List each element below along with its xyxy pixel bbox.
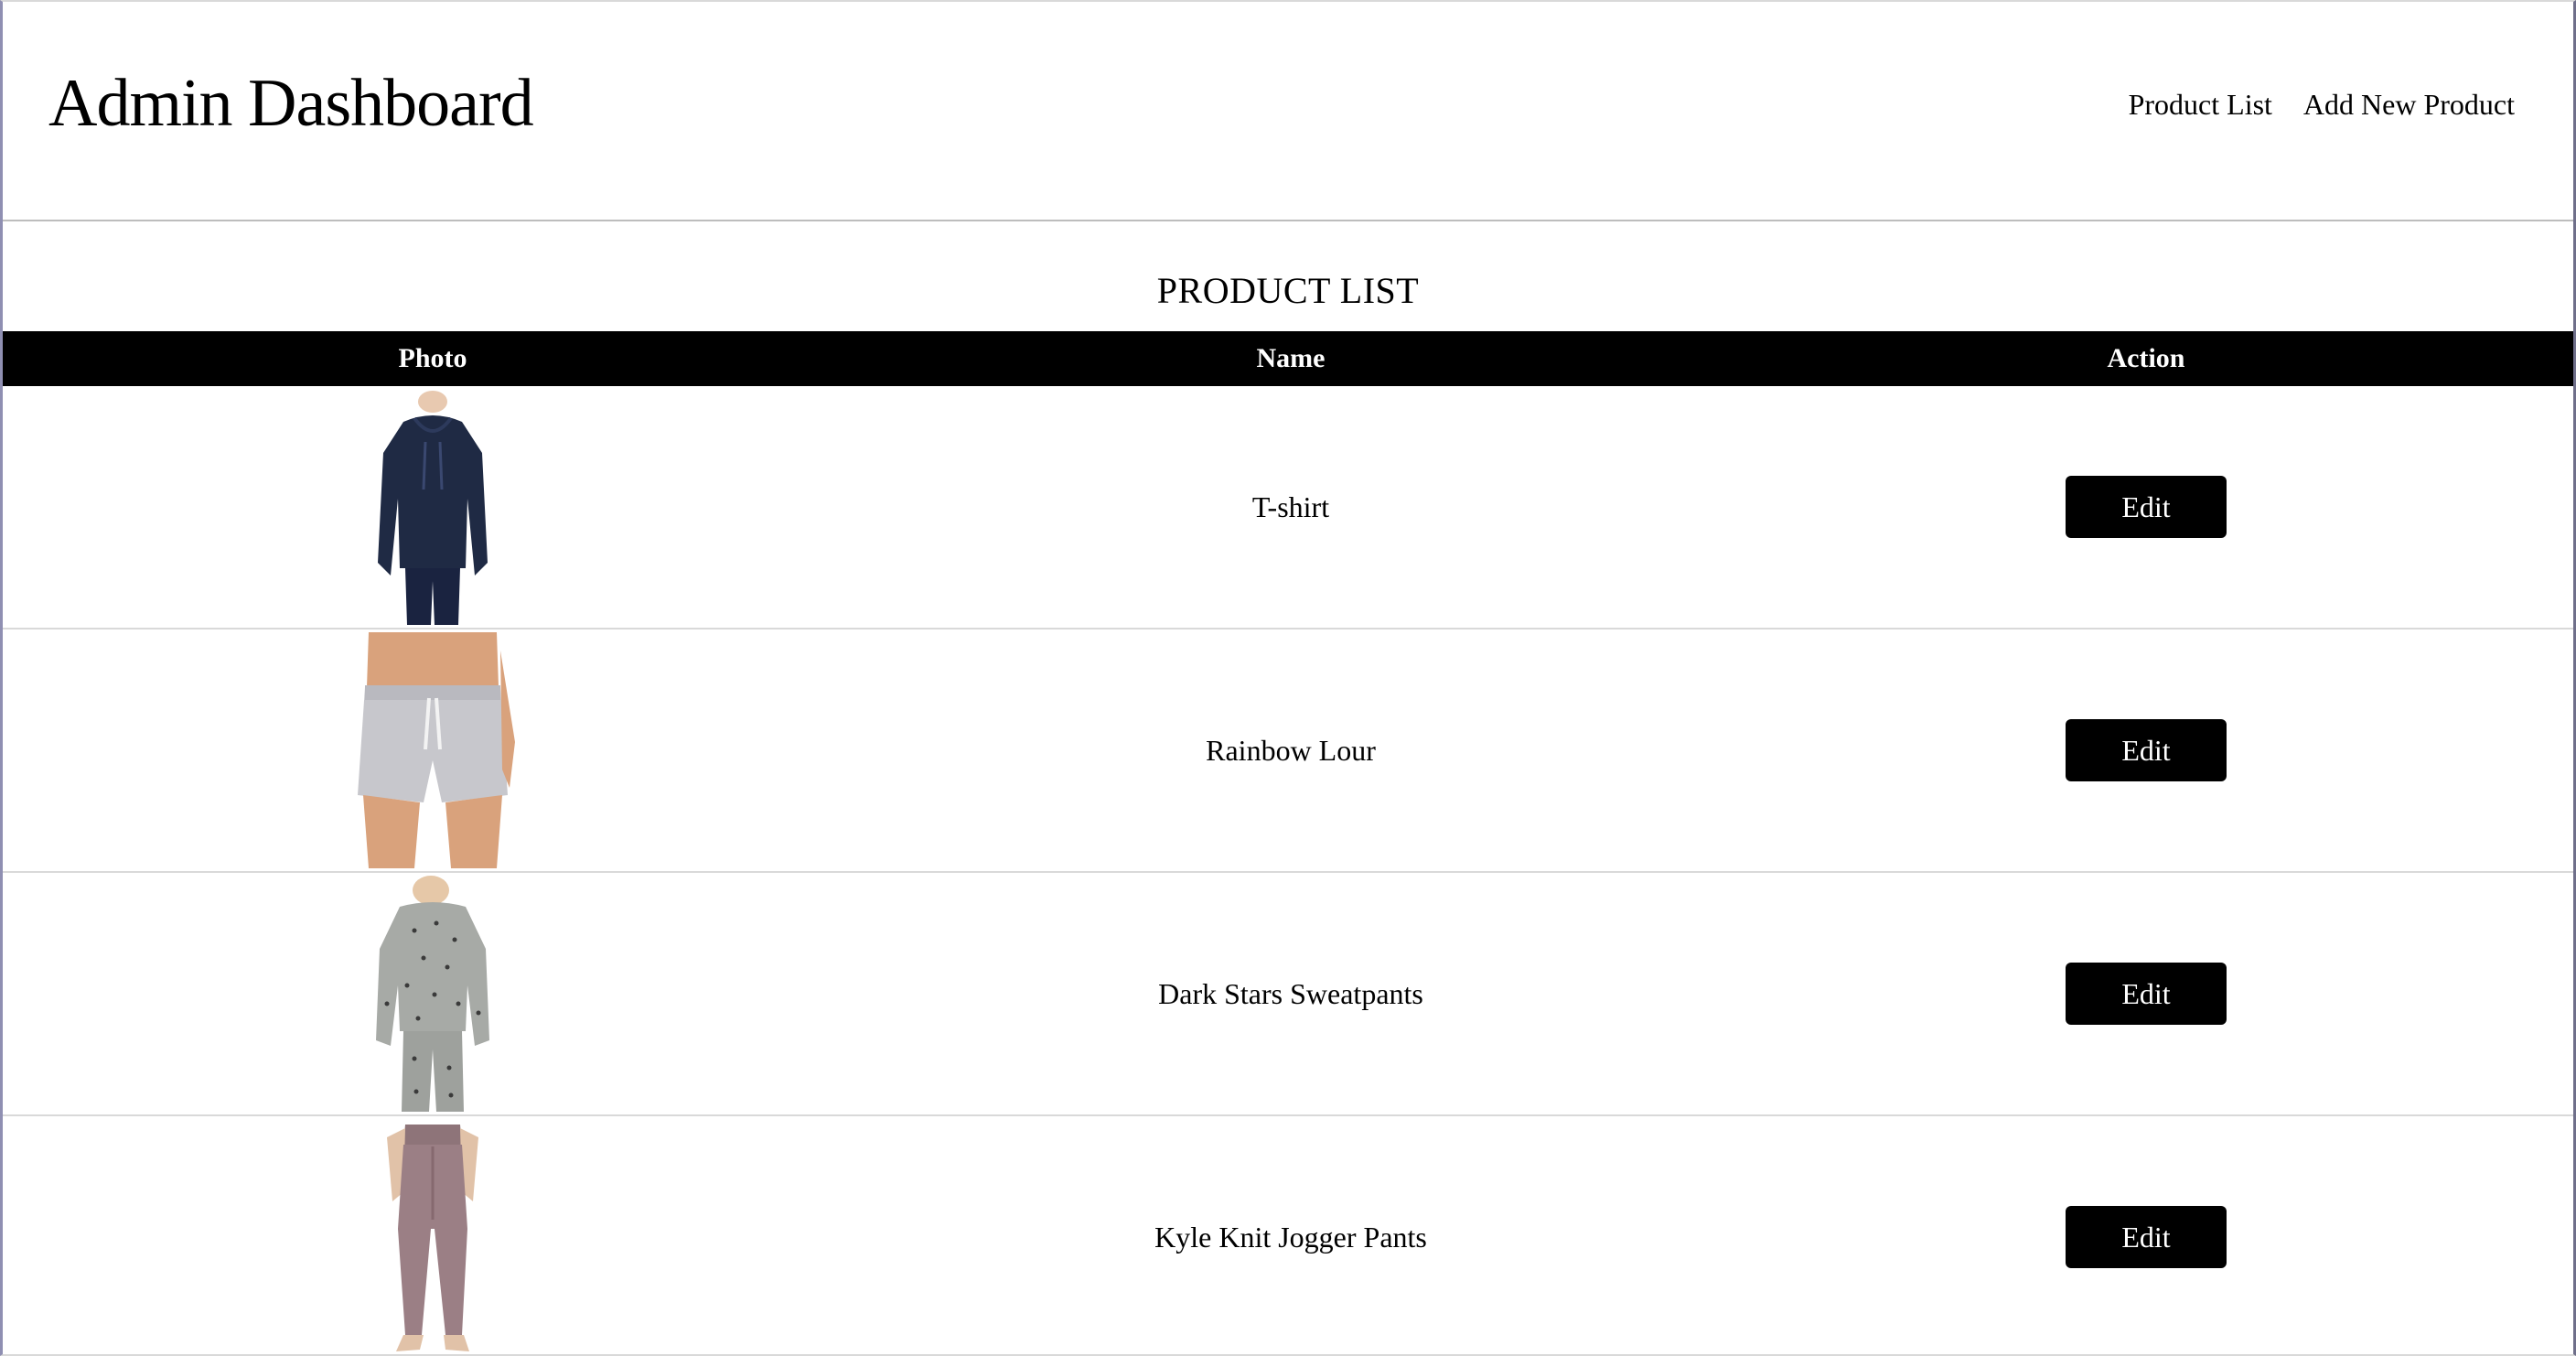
page-title: PRODUCT LIST xyxy=(1156,270,1420,311)
edit-button[interactable]: Edit xyxy=(2066,719,2227,781)
browser-viewport: Admin Dashboard Product List Add New Pro… xyxy=(0,0,2576,1356)
product-name-cell: T-shirt xyxy=(863,386,1719,628)
nav-link-product-list[interactable]: Product List xyxy=(2129,82,2272,126)
main-nav: Product List Add New Product xyxy=(2129,82,2515,126)
product-name: Kyle Knit Jogger Pants xyxy=(1154,1221,1427,1254)
action-cell: Edit xyxy=(1719,630,2573,871)
edit-button[interactable]: Edit xyxy=(2066,1206,2227,1268)
table-row: T-shirt Edit xyxy=(3,386,2573,630)
column-header-photo: Photo xyxy=(398,343,467,373)
dashboard-title: Admin Dashboard xyxy=(48,66,534,141)
mauve-jogger-pants-photo xyxy=(360,1119,506,1354)
column-header-action: Action xyxy=(2107,343,2185,373)
product-table: Photo Name Action T-shirt Edit Rainbow L… xyxy=(3,331,2573,1354)
product-name-cell: Dark Stars Sweatpants xyxy=(863,873,1719,1114)
product-photo xyxy=(3,386,863,628)
action-cell: Edit xyxy=(1719,873,2573,1114)
product-name: Dark Stars Sweatpants xyxy=(1158,977,1423,1010)
nav-link-add-new-product[interactable]: Add New Product xyxy=(2303,82,2515,126)
product-photo xyxy=(3,630,863,871)
gray-star-print-lounge-set-photo xyxy=(360,876,506,1112)
table-row: Dark Stars Sweatpants Edit xyxy=(3,873,2573,1116)
site-header: Admin Dashboard Product List Add New Pro… xyxy=(3,2,2573,221)
table-row: Kyle Knit Jogger Pants Edit xyxy=(3,1116,2573,1354)
product-name-cell: Rainbow Lour xyxy=(863,630,1719,871)
table-header: Photo Name Action xyxy=(3,331,2573,386)
product-name: Rainbow Lour xyxy=(1206,734,1376,767)
gray-shorts-photo xyxy=(341,632,524,868)
product-photo xyxy=(3,873,863,1114)
column-header-name: Name xyxy=(1256,343,1326,373)
action-cell: Edit xyxy=(1719,386,2573,628)
action-cell: Edit xyxy=(1719,1116,2573,1354)
table-row: Rainbow Lour Edit xyxy=(3,630,2573,873)
navy-hoodie-outfit-photo xyxy=(360,389,506,625)
product-name-cell: Kyle Knit Jogger Pants xyxy=(863,1116,1719,1354)
edit-button[interactable]: Edit xyxy=(2066,963,2227,1025)
product-name: T-shirt xyxy=(1251,490,1330,523)
product-photo xyxy=(3,1116,863,1354)
edit-button[interactable]: Edit xyxy=(2066,476,2227,538)
